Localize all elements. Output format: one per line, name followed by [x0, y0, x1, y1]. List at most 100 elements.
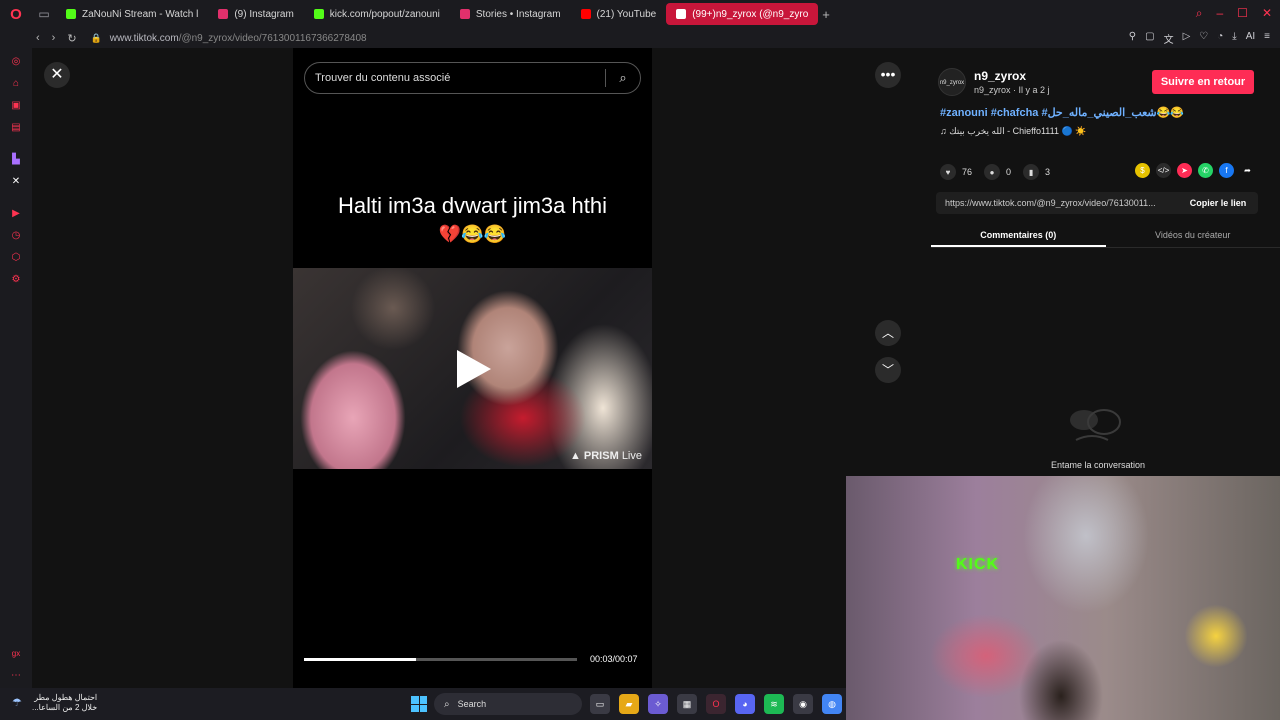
tab-tiktok[interactable]: (99+)n9_zyrox (@n9_zyro — [666, 3, 819, 25]
like-count: 76 — [962, 167, 973, 177]
forward-icon[interactable]: › — [52, 32, 56, 45]
progress-fill — [304, 658, 416, 661]
tab-instagram-stories[interactable]: Stories • Instagram — [450, 3, 571, 25]
messenger-icon[interactable]: ▣ — [10, 100, 22, 112]
snapshot-icon[interactable]: ▢ — [1145, 31, 1154, 46]
tab-instagram[interactable]: (9) Instagram — [208, 3, 303, 25]
aria-icon[interactable]: ◎ — [10, 56, 22, 68]
shopping-icon[interactable]: ⌂ — [10, 78, 22, 90]
share-buttons: $ </> ➤ ✆ f ➦ — [1135, 163, 1255, 178]
github-icon[interactable]: ◉ — [793, 694, 813, 714]
share-link-url[interactable]: https://www.tiktok.com/@n9_zyrox/video/7… — [936, 198, 1178, 208]
related-search-bar[interactable]: Trouver du contenu associé ⌕ — [304, 62, 641, 94]
aria-ai-button[interactable]: AI — [1246, 31, 1255, 46]
whatsapp-icon[interactable]: ✆ — [1198, 163, 1213, 178]
copy-link-button[interactable]: Copier le lien — [1178, 198, 1258, 208]
video-caption: Halti im3a dvwart jim3a hthi 💔😂😂 — [293, 192, 652, 248]
music-link[interactable]: ♫ الله يخرب بيتك - Chieffo1111 🔵 ☀️ — [940, 126, 1086, 137]
video-timer: 00:03/00:07 — [590, 654, 638, 664]
close-video-button[interactable]: ✕ — [44, 62, 70, 88]
reload-icon[interactable]: ↻ — [67, 32, 76, 45]
tab-zanouni-stream[interactable]: ZaNouNi Stream - Watch l — [56, 3, 208, 25]
avatar[interactable]: n9_zyrox — [938, 68, 966, 96]
comment-stat[interactable]: ● 0 — [984, 164, 1011, 180]
tab-youtube[interactable]: (21) YouTube — [571, 3, 667, 25]
bookmark-icon[interactable]: ▮ — [1023, 164, 1040, 180]
engagement-stats: ♥ 76 ● 0 ▮ 3 — [940, 164, 1062, 180]
creator-name[interactable]: n9_zyrox — [974, 69, 1026, 83]
tab-comments[interactable]: Commentaires (0) — [931, 222, 1106, 247]
copilot-icon[interactable]: ✧ — [648, 694, 668, 714]
pin-icon[interactable]: ⚲ — [1129, 31, 1136, 46]
search-tabs-icon[interactable]: ⌕ — [1196, 6, 1203, 21]
back-icon[interactable]: ‹ — [36, 32, 40, 45]
embed-icon[interactable]: </> — [1156, 163, 1171, 178]
extensions-icon[interactable]: ⬡ — [10, 252, 22, 264]
more-icon[interactable]: ⋯ — [10, 670, 22, 682]
search-icon[interactable]: ⌕ — [606, 70, 640, 86]
minimize-icon[interactable]: – — [1216, 6, 1223, 21]
player-icon[interactable]: ▶ — [10, 208, 22, 220]
search-input[interactable]: Trouver du contenu associé — [315, 72, 605, 84]
play-icon[interactable]: ▷ — [1183, 31, 1191, 46]
next-video-button[interactable]: ﹀ — [875, 357, 901, 383]
send-icon[interactable]: ➤ — [1177, 163, 1192, 178]
video-frame[interactable]: ▲ PRISM Live — [293, 268, 652, 469]
follow-back-button[interactable]: Suivre en retour — [1152, 70, 1254, 94]
task-view-icon[interactable]: ▭ — [590, 694, 610, 714]
opera-gx-icon[interactable]: O — [706, 694, 726, 714]
discord-icon[interactable]: ◕ — [735, 694, 755, 714]
like-stat[interactable]: ♥ 76 — [940, 164, 972, 180]
kick-favicon-icon — [313, 9, 324, 19]
store-icon[interactable]: ▦ — [677, 694, 697, 714]
taskbar-search[interactable]: ⌕ Search — [434, 693, 582, 715]
tab-label: ZaNouNi Stream - Watch l — [82, 8, 199, 20]
lock-icon[interactable]: 🔒 — [91, 33, 102, 44]
menu-icon[interactable]: ≡ — [1264, 31, 1270, 46]
history-icon[interactable]: ◷ — [10, 230, 22, 242]
heart-icon[interactable]: ♥ — [940, 164, 956, 180]
close-window-icon[interactable]: ✕ — [1262, 6, 1272, 21]
file-explorer-icon[interactable]: ▰ — [619, 694, 639, 714]
account-icon[interactable]: ◔ — [1217, 31, 1223, 46]
hashtags[interactable]: #zanouni #chafcha #شعب_الصيني_ماله_حل😂😂 — [940, 106, 1184, 119]
windows-start-icon[interactable] — [411, 696, 427, 712]
new-tab-button[interactable]: + — [822, 7, 830, 22]
translate-icon[interactable]: 文 — [1164, 31, 1174, 46]
url-field[interactable]: www.tiktok.com/@n9_zyrox/video/761300116… — [110, 33, 367, 44]
x-twitter-icon[interactable]: ✕ — [10, 176, 22, 188]
tab-creator-videos[interactable]: Vidéos du créateur — [1106, 222, 1280, 247]
coin-icon[interactable]: $ — [1135, 163, 1150, 178]
twitch-icon[interactable]: ▙ — [10, 154, 22, 166]
prism-live-watermark: ▲ PRISM Live — [569, 450, 642, 462]
tab-kick-popout[interactable]: kick.com/popout/zanouni — [304, 3, 450, 25]
watermark-suffix: Live — [621, 450, 642, 462]
share-icon[interactable]: ➦ — [1240, 163, 1255, 178]
facebook-icon[interactable]: f — [1219, 163, 1234, 178]
download-icon[interactable]: ⤓ — [1232, 31, 1236, 46]
maximize-icon[interactable]: ☐ — [1237, 6, 1248, 21]
weather-widget[interactable]: ☂ احتمال هطول مطر خلال 2 من الساعا... — [12, 693, 97, 713]
spotify-icon[interactable]: ≋ — [764, 694, 784, 714]
nav-buttons: ‹ › ↻ — [36, 32, 77, 45]
previous-video-button[interactable]: ︿ — [875, 320, 901, 346]
weather-line-2: خلال 2 من الساعا... — [32, 703, 98, 712]
caption-emoji: 💔😂😂 — [438, 224, 507, 244]
instagram-favicon-icon — [218, 9, 229, 19]
more-options-button[interactable]: ••• — [875, 62, 901, 88]
video-player[interactable]: Trouver du contenu associé ⌕ Halti im3a … — [293, 48, 652, 688]
play-icon[interactable] — [457, 350, 491, 388]
chrome-icon[interactable]: ◍ — [822, 694, 842, 714]
opera-logo-icon[interactable]: O — [0, 0, 32, 28]
share-link-box: https://www.tiktok.com/@n9_zyrox/video/7… — [936, 192, 1258, 214]
settings-icon[interactable]: ⚙ — [10, 274, 22, 286]
gx-corner-icon[interactable]: ▤ — [10, 122, 22, 134]
gx-mods-icon[interactable]: gx — [10, 648, 22, 660]
comment-icon[interactable]: ● — [984, 164, 1001, 180]
comment-count: 0 — [1006, 167, 1012, 177]
tab-label: (99+)n9_zyrox (@n9_zyro — [692, 8, 809, 20]
save-stat[interactable]: ▮ 3 — [1023, 164, 1050, 180]
heart-icon[interactable]: ♡ — [1199, 31, 1208, 46]
workspaces-icon[interactable]: ▭ — [32, 7, 56, 21]
progress-bar[interactable] — [304, 658, 577, 661]
